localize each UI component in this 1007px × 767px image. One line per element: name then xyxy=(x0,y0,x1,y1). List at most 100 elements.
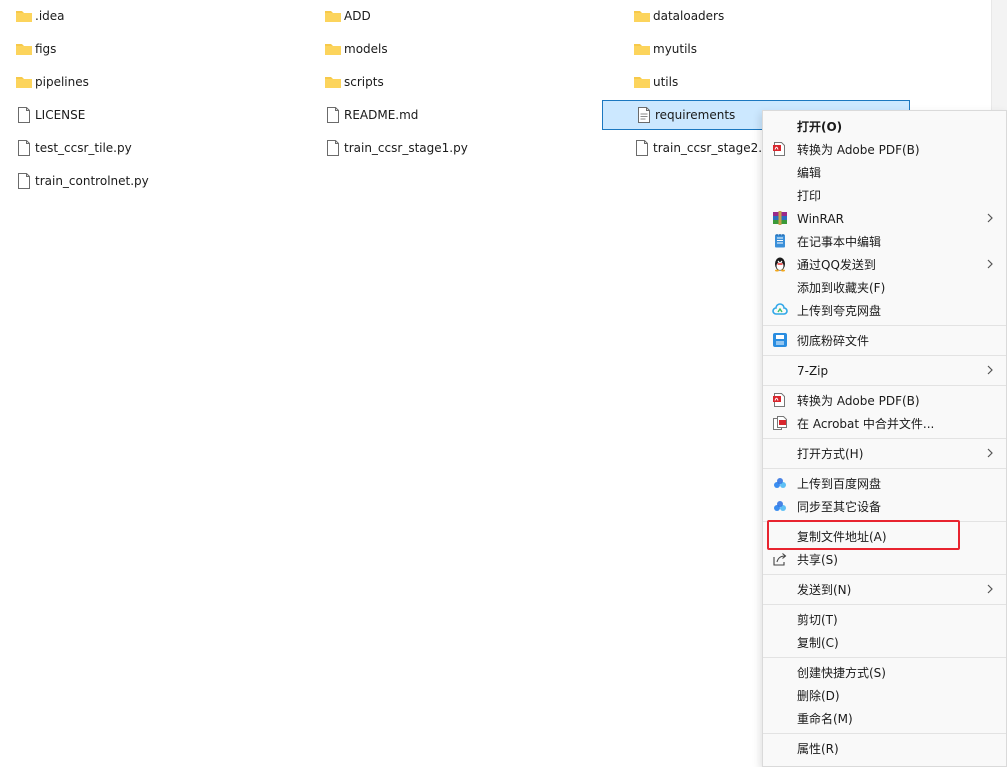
menu-separator xyxy=(763,657,1006,658)
qq-penguin-icon xyxy=(775,257,785,272)
menu-item-cut[interactable]: 剪切(T) xyxy=(763,608,1006,631)
file-name: myutils xyxy=(653,42,698,56)
menu-separator xyxy=(763,355,1006,356)
shredder-icon xyxy=(773,333,787,347)
menu-item-7zip[interactable]: 7-Zip xyxy=(763,359,1006,382)
menu-item-qq-send[interactable]: 通过QQ发送到 xyxy=(763,253,1006,276)
folder-item[interactable]: figs xyxy=(15,34,56,64)
menu-item-delete[interactable]: 删除(D) xyxy=(763,684,1006,707)
file-name: dataloaders xyxy=(653,9,725,23)
menu-separator xyxy=(763,468,1006,469)
chevron-right-icon xyxy=(987,365,993,375)
quark-cloud-icon xyxy=(772,303,788,315)
menu-item-add-favorites[interactable]: 添加到收藏夹(F) xyxy=(763,276,1006,299)
adobe-pdf-icon xyxy=(773,142,785,156)
folder-icon xyxy=(325,11,341,22)
file-item[interactable]: train_ccsr_stage1.py xyxy=(324,133,468,163)
menu-item-acrobat-merge[interactable]: 在 Acrobat 中合并文件... xyxy=(763,412,1006,435)
file-name: requirements xyxy=(655,108,736,122)
notepad-icon xyxy=(775,234,785,248)
highlight-box xyxy=(767,520,960,550)
folder-icon xyxy=(634,44,650,55)
adobe-pdf-icon xyxy=(773,393,785,407)
folder-item[interactable]: dataloaders xyxy=(633,1,724,31)
menu-item-send-to[interactable]: 发送到(N) xyxy=(763,578,1006,601)
file-name: ADD xyxy=(344,9,371,23)
acrobat-merge-icon xyxy=(773,416,787,430)
folder-icon xyxy=(16,11,32,22)
menu-item-winrar[interactable]: WinRAR xyxy=(763,207,1006,230)
menu-item-rename[interactable]: 重命名(M) xyxy=(763,707,1006,730)
folder-item[interactable]: ADD xyxy=(324,1,371,31)
file-name: utils xyxy=(653,75,679,89)
menu-item-open-with[interactable]: 打开方式(H) xyxy=(763,442,1006,465)
file-name: train_ccsr_stage1.py xyxy=(344,141,468,155)
chevron-right-icon xyxy=(987,584,993,594)
menu-separator xyxy=(763,574,1006,575)
document-icon xyxy=(327,107,339,123)
baidu-cloud-icon xyxy=(774,478,786,488)
folder-item[interactable]: pipelines xyxy=(15,67,89,97)
menu-separator xyxy=(763,385,1006,386)
file-name: models xyxy=(344,42,388,56)
file-item[interactable]: train_ccsr_stage2.py xyxy=(633,133,777,163)
file-name: figs xyxy=(35,42,57,56)
document-icon xyxy=(18,107,30,123)
menu-separator xyxy=(763,733,1006,734)
baidu-cloud-icon xyxy=(774,501,786,511)
folder-item[interactable]: utils xyxy=(633,67,678,97)
chevron-right-icon xyxy=(987,448,993,458)
menu-separator xyxy=(763,438,1006,439)
menu-item-notepad-edit[interactable]: 在记事本中编辑 xyxy=(763,230,1006,253)
menu-item-print[interactable]: 打印 xyxy=(763,184,1006,207)
folder-icon xyxy=(16,77,32,88)
file-item[interactable]: train_controlnet.py xyxy=(15,166,149,196)
document-icon xyxy=(18,173,30,189)
file-explorer: .idea figs pipelines LICENSE test_ccsr_t… xyxy=(0,0,1007,767)
menu-item-properties[interactable]: 属性(R) xyxy=(763,737,1006,760)
menu-item-open[interactable]: 打开(O) xyxy=(763,115,1006,138)
menu-item-share[interactable]: 共享(S) xyxy=(763,548,1006,571)
folder-icon xyxy=(325,77,341,88)
file-name: scripts xyxy=(344,75,384,89)
file-item[interactable]: README.md xyxy=(324,100,418,130)
document-icon xyxy=(18,140,30,156)
menu-item-upload-quark[interactable]: 上传到夸克网盘 xyxy=(763,299,1006,322)
document-icon xyxy=(636,140,648,156)
file-name: README.md xyxy=(344,108,419,122)
folder-icon xyxy=(634,77,650,88)
folder-icon xyxy=(16,44,32,55)
file-name: .idea xyxy=(35,9,65,23)
folder-item[interactable]: models xyxy=(324,34,388,64)
window-edge xyxy=(991,0,1007,110)
menu-item-convert-pdf[interactable]: 转换为 Adobe PDF(B) xyxy=(763,138,1006,161)
menu-separator xyxy=(763,325,1006,326)
document-icon xyxy=(327,140,339,156)
share-icon xyxy=(773,553,787,566)
folder-icon xyxy=(634,11,650,22)
folder-item[interactable]: .idea xyxy=(15,1,65,31)
folder-item[interactable]: myutils xyxy=(633,34,697,64)
file-item[interactable]: test_ccsr_tile.py xyxy=(15,133,132,163)
text-document-icon xyxy=(638,107,650,123)
file-name: test_ccsr_tile.py xyxy=(35,141,132,155)
folder-icon xyxy=(325,44,341,55)
chevron-right-icon xyxy=(987,259,993,269)
menu-separator xyxy=(763,604,1006,605)
chevron-right-icon xyxy=(987,213,993,223)
file-name: train_controlnet.py xyxy=(35,174,149,188)
menu-item-edit[interactable]: 编辑 xyxy=(763,161,1006,184)
context-menu: 打开(O) 转换为 Adobe PDF(B) 编辑 打印 WinRAR 在记事本… xyxy=(762,110,1007,767)
menu-item-sync-devices[interactable]: 同步至其它设备 xyxy=(763,495,1006,518)
menu-item-create-shortcut[interactable]: 创建快捷方式(S) xyxy=(763,661,1006,684)
file-name: LICENSE xyxy=(35,108,86,122)
file-name: pipelines xyxy=(35,75,89,89)
file-item[interactable]: LICENSE xyxy=(15,100,85,130)
winrar-icon xyxy=(773,211,787,225)
file-name: train_ccsr_stage2.py xyxy=(653,141,777,155)
menu-item-shred[interactable]: 彻底粉碎文件 xyxy=(763,329,1006,352)
folder-item[interactable]: scripts xyxy=(324,67,384,97)
menu-item-convert-pdf-2[interactable]: 转换为 Adobe PDF(B) xyxy=(763,389,1006,412)
menu-item-upload-baidu[interactable]: 上传到百度网盘 xyxy=(763,472,1006,495)
menu-item-copy[interactable]: 复制(C) xyxy=(763,631,1006,654)
